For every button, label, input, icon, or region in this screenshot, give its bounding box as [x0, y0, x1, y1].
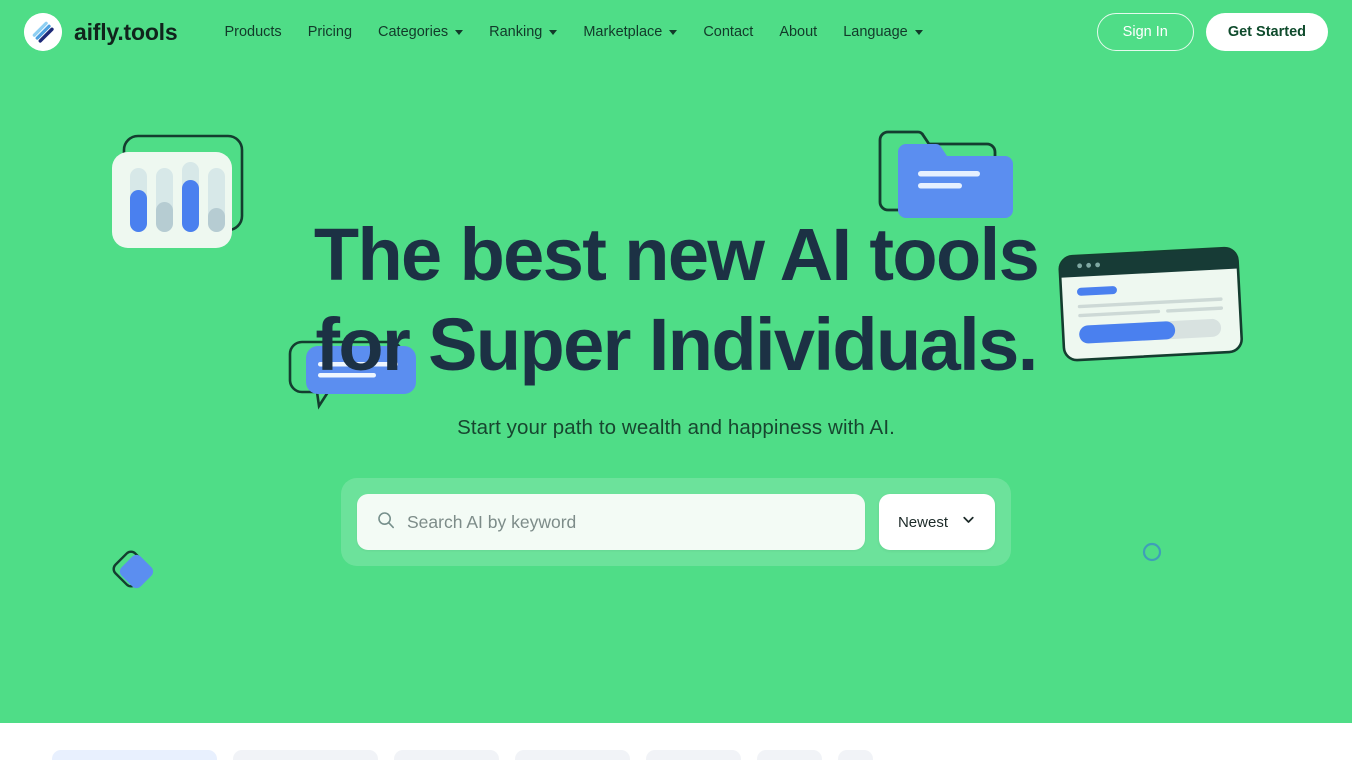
nav-item-contact[interactable]: Contact [690, 16, 766, 48]
nav-actions: Sign In Get Started [1096, 13, 1328, 51]
hero-title-line-2: for Super Individuals. [315, 303, 1038, 386]
category-chip[interactable] [233, 750, 378, 760]
nav-item-language[interactable]: Language [830, 16, 936, 48]
hero-content: The best new AI tools for Super Individu… [0, 64, 1352, 566]
category-chip[interactable] [515, 750, 630, 760]
category-chip[interactable] [838, 750, 873, 760]
nav-item-label: Language [843, 24, 908, 40]
chevron-down-icon [961, 512, 976, 532]
nav-item-ranking[interactable]: Ranking [476, 16, 570, 48]
nav-item-label: Marketplace [583, 24, 663, 40]
nav-links: Products Pricing Categories Ranking Mark… [211, 16, 1096, 48]
hero-section: aifly.tools Products Pricing Categories … [0, 0, 1352, 723]
search-bar-container: Newest [341, 478, 1011, 566]
category-chip[interactable] [757, 750, 822, 760]
search-icon [377, 511, 395, 534]
nav-item-label: Ranking [489, 24, 543, 40]
nav-item-pricing[interactable]: Pricing [295, 16, 365, 48]
chevron-down-icon [669, 29, 678, 35]
chevron-down-icon [914, 29, 923, 35]
hero-subtitle: Start your path to wealth and happiness … [457, 416, 895, 439]
nav-item-label: Pricing [307, 24, 353, 40]
nav-item-label: About [779, 24, 818, 40]
brand-logo-link[interactable]: aifly.tools [24, 13, 178, 51]
page-title: The best new AI tools for Super Individu… [226, 210, 1126, 390]
nav-item-categories[interactable]: Categories [365, 16, 476, 48]
diagonal-stripes-logo-icon [24, 13, 62, 51]
category-chip-row [52, 750, 873, 760]
hero-title-line-1: The best new AI tools [313, 213, 1040, 296]
main-navbar: aifly.tools Products Pricing Categories … [0, 0, 1352, 64]
brand-name: aifly.tools [74, 18, 178, 45]
category-chip[interactable] [646, 750, 741, 760]
get-started-button[interactable]: Get Started [1205, 13, 1328, 51]
category-chip[interactable] [52, 750, 217, 760]
chevron-down-icon [455, 29, 464, 35]
sort-dropdown[interactable]: Newest [878, 494, 995, 550]
category-chip[interactable] [394, 750, 499, 760]
nav-item-marketplace[interactable]: Marketplace [570, 16, 690, 48]
sort-dropdown-value: Newest [897, 513, 948, 531]
nav-item-products[interactable]: Products [211, 16, 294, 48]
sign-in-button[interactable]: Sign In [1096, 13, 1194, 51]
nav-item-label: Products [224, 24, 282, 40]
search-field[interactable] [357, 494, 865, 550]
page-root: aifly.tools Products Pricing Categories … [0, 0, 1352, 760]
nav-item-label: Contact [703, 24, 754, 40]
nav-item-label: Categories [378, 24, 449, 40]
chevron-down-icon [549, 29, 558, 35]
tools-listing-section [0, 723, 1352, 760]
search-input[interactable] [407, 494, 845, 550]
nav-item-about[interactable]: About [766, 16, 830, 48]
